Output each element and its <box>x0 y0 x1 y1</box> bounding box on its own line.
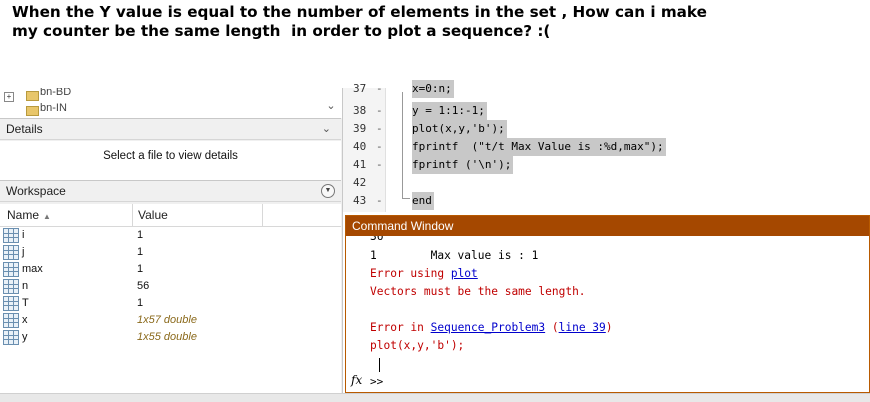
variable-icon <box>3 313 19 328</box>
left-panel: + bn-BD bn-IN ⌄ Details ⌄ Select a file … <box>0 88 343 393</box>
variable-icon <box>3 245 19 260</box>
variable-value: 1 <box>137 297 144 309</box>
code-editor[interactable]: 37 - x=0:n; 38 - y = 1:1:-1; 39 - plot(x… <box>343 80 870 212</box>
table-row[interactable]: y 1x55 double <box>0 329 341 346</box>
variable-name: T <box>22 297 29 309</box>
variable-icon <box>3 296 19 311</box>
code-line[interactable]: 40 - fprintf ("t/t Max Value is :%d,max"… <box>343 138 870 156</box>
variable-icon <box>3 228 19 243</box>
breakpoint-dash[interactable]: - <box>376 80 383 98</box>
workspace-header[interactable]: Workspace ▼ <box>0 180 341 202</box>
breakpoint-dash[interactable]: - <box>376 120 383 138</box>
table-row[interactable]: x 1x57 double <box>0 312 341 329</box>
code-line[interactable]: 43 - end <box>343 192 870 210</box>
line-number: 39 <box>353 122 367 135</box>
line-number: 40 <box>353 140 367 153</box>
line-number: 43 <box>353 194 367 207</box>
code-text[interactable]: fprintf ("t/t Max Value is :%d,max"); <box>412 138 666 156</box>
folder-icon <box>26 106 39 116</box>
table-row[interactable]: n 56 <box>0 278 341 295</box>
details-title: Details <box>6 122 43 136</box>
workspace-title: Workspace <box>6 184 66 198</box>
table-row[interactable]: j 1 <box>0 244 341 261</box>
command-prompt[interactable]: >> <box>370 375 383 388</box>
output-line: 36 <box>370 236 384 243</box>
variable-name: i <box>22 229 25 241</box>
command-window[interactable]: Command Window 36 1 Max value is : 1 Err… <box>345 215 870 393</box>
variable-icon <box>3 262 19 277</box>
file-tree: + bn-BD bn-IN ⌄ <box>0 88 342 118</box>
line-number: 37 <box>353 82 367 95</box>
output-line: 1 Max value is : 1 <box>370 249 539 262</box>
line-number: 42 <box>353 176 367 189</box>
variable-value: 1x55 double <box>137 331 197 343</box>
code-line[interactable]: 38 - y = 1:1:-1; <box>343 102 870 120</box>
code-line[interactable]: 41 - fprintf ('\n'); <box>343 156 870 174</box>
column-divider[interactable] <box>132 204 133 226</box>
table-row[interactable]: max 1 <box>0 261 341 278</box>
variable-name: j <box>22 246 25 258</box>
variable-value: 1 <box>137 263 144 275</box>
table-row[interactable]: i 1 <box>0 227 341 244</box>
line-39-link[interactable]: line 39 <box>559 321 606 334</box>
details-header[interactable]: Details ⌄ <box>0 118 341 140</box>
breakpoint-dash[interactable]: - <box>376 102 383 120</box>
table-row[interactable]: T 1 <box>0 295 341 312</box>
command-window-body[interactable]: 36 1 Max value is : 1 Error using plot V… <box>346 236 869 392</box>
variable-value: 56 <box>137 280 150 292</box>
variable-name: x <box>22 314 28 326</box>
breakpoint-dash[interactable]: - <box>376 192 383 210</box>
variable-icon <box>3 279 19 294</box>
sequence-problem3-link[interactable]: Sequence_Problem3 <box>431 321 546 334</box>
variable-value: 1x57 double <box>137 314 197 326</box>
code-line[interactable]: 42 <box>343 174 870 192</box>
workspace-table-header: Name ▲ Value <box>0 204 341 227</box>
code-line[interactable]: 39 - plot(x,y,'b'); <box>343 120 870 138</box>
line-number: 38 <box>353 104 367 117</box>
question-line-1: When the Y value is equal to the number … <box>12 3 707 21</box>
folder-icon <box>26 91 39 101</box>
column-header-name[interactable]: Name ▲ <box>7 204 51 228</box>
expand-icon[interactable]: + <box>4 92 14 102</box>
error-message: Vectors must be the same length. <box>370 285 586 298</box>
sort-ascending-icon: ▲ <box>43 212 51 221</box>
chevron-down-icon[interactable]: ⌄ <box>322 119 331 139</box>
workspace-table: Name ▲ Value i 1 j 1 max 1 n 56 T 1 x 1x… <box>0 204 341 393</box>
variable-icon <box>3 330 19 345</box>
breakpoint-dash[interactable]: - <box>376 156 383 174</box>
question-text: When the Y value is equal to the number … <box>12 3 862 41</box>
question-line-2: my counter be the same length in order t… <box>12 22 551 40</box>
workspace-actions-icon[interactable]: ▼ <box>321 184 335 198</box>
details-empty-message: Select a file to view details <box>103 150 238 162</box>
column-divider[interactable] <box>262 204 263 226</box>
command-window-title[interactable]: Command Window <box>346 216 869 236</box>
code-text[interactable]: x=0:n; <box>412 80 454 98</box>
variable-value: 1 <box>137 246 144 258</box>
code-text[interactable]: end <box>412 192 434 210</box>
column-header-value[interactable]: Value <box>138 204 168 226</box>
error-in-line: Error in Sequence_Problem3 (line 39) <box>370 321 613 334</box>
code-line[interactable]: 37 - x=0:n; <box>343 80 870 98</box>
code-text[interactable]: y = 1:1:-1; <box>412 102 487 120</box>
tree-item-bn-in[interactable]: bn-IN <box>40 102 67 114</box>
tree-item-bn-bd[interactable]: bn-BD <box>40 88 71 98</box>
code-text[interactable]: plot(x,y,'b'); <box>412 120 507 138</box>
breakpoint-dash[interactable]: - <box>376 138 383 156</box>
variable-value: 1 <box>137 229 144 241</box>
error-code-line: plot(x,y,'b'); <box>370 339 465 352</box>
plot-link[interactable]: plot <box>451 267 478 280</box>
variable-name: n <box>22 280 29 292</box>
fx-icon[interactable]: fx <box>351 373 362 387</box>
error-using-line: Error using plot <box>370 267 478 280</box>
line-number: 41 <box>353 158 367 171</box>
variable-name: y <box>22 331 28 343</box>
scroll-down-icon[interactable]: ⌄ <box>324 99 338 113</box>
text-cursor <box>379 358 380 372</box>
details-panel: Select a file to view details <box>0 141 341 181</box>
variable-name: max <box>22 263 43 275</box>
code-text[interactable]: fprintf ('\n'); <box>412 156 514 174</box>
